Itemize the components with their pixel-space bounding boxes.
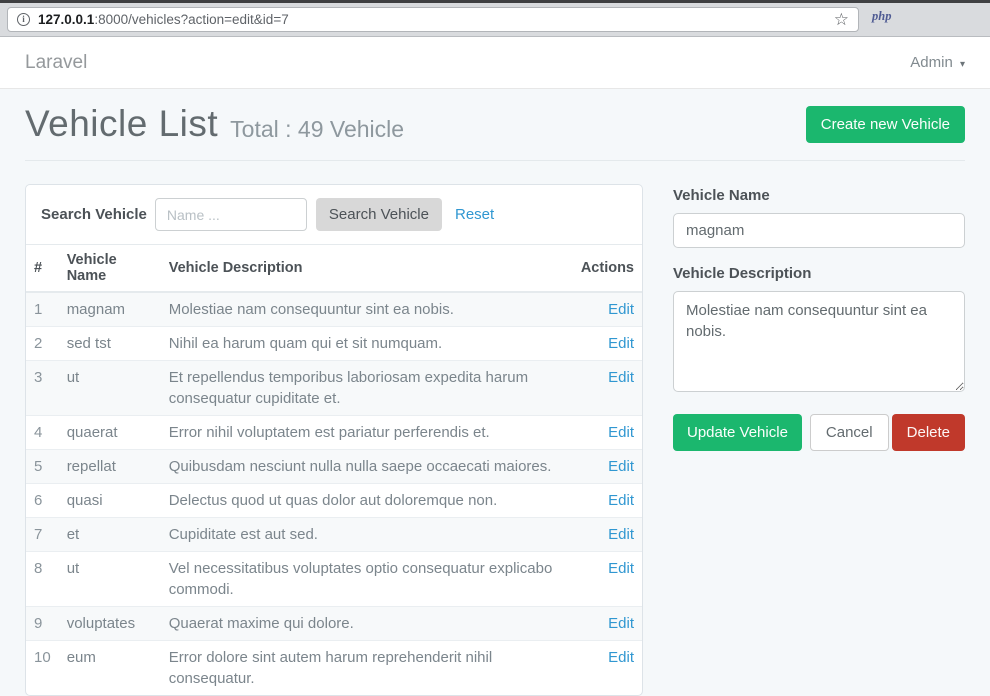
row-number: 4 [26, 416, 59, 450]
edit-link[interactable]: Edit [608, 458, 634, 475]
row-number: 3 [26, 361, 59, 416]
app-navbar: Laravel Admin ▾ [0, 37, 990, 89]
row-number: 9 [26, 607, 59, 641]
row-number: 2 [26, 327, 59, 361]
row-number: 1 [26, 292, 59, 327]
table-row: 9 voluptates Quaerat maxime qui dolore. … [26, 607, 642, 641]
row-description: Quibusdam nesciunt nulla nulla saepe occ… [161, 450, 573, 484]
search-input[interactable] [155, 198, 307, 231]
table-header-row: # Vehicle Name Vehicle Description Actio… [26, 245, 642, 293]
browser-chrome: i 127.0.0.1:8000/vehicles?action=edit&id… [0, 0, 990, 37]
row-description: Quaerat maxime qui dolore. [161, 607, 573, 641]
table-row: 1 magnam Molestiae nam consequuntur sint… [26, 292, 642, 327]
form-actions: Update Vehicle Cancel Delete [673, 414, 965, 451]
row-name: ut [59, 552, 161, 607]
table-row: 4 quaerat Error nihil voluptatem est par… [26, 416, 642, 450]
search-label: Search Vehicle [41, 206, 147, 223]
total-count-label: Total : 49 Vehicle [230, 106, 404, 143]
page-title: Vehicle List [25, 103, 218, 145]
table-row: 7 et Cupiditate est aut sed. Edit [26, 518, 642, 552]
table-row: 2 sed tst Nihil ea harum quam qui et sit… [26, 327, 642, 361]
reset-link[interactable]: Reset [455, 206, 494, 223]
cancel-button[interactable]: Cancel [810, 414, 889, 451]
search-bar: Search Vehicle Search Vehicle Reset [26, 185, 642, 244]
create-new-vehicle-button[interactable]: Create new Vehicle [806, 106, 965, 143]
edit-link[interactable]: Edit [608, 492, 634, 509]
update-vehicle-button[interactable]: Update Vehicle [673, 414, 802, 451]
url-host: 127.0.0.1 [38, 12, 94, 27]
chevron-down-icon: ▾ [960, 59, 965, 70]
brand-laravel[interactable]: Laravel [25, 52, 87, 74]
edit-link[interactable]: Edit [608, 424, 634, 441]
row-name: sed tst [59, 327, 161, 361]
table-body: 1 magnam Molestiae nam consequuntur sint… [26, 292, 642, 695]
row-description: Molestiae nam consequuntur sint ea nobis… [161, 292, 573, 327]
row-description: Vel necessitatibus voluptates optio cons… [161, 552, 573, 607]
page-info-icon[interactable]: i [17, 13, 30, 26]
vehicle-description-textarea[interactable] [673, 291, 965, 392]
row-name: voluptates [59, 607, 161, 641]
row-name: magnam [59, 292, 161, 327]
header-name: Vehicle Name [59, 245, 161, 293]
edit-link[interactable]: Edit [608, 335, 634, 352]
edit-vehicle-form: Vehicle Name Vehicle Description Update … [673, 184, 965, 451]
address-bar[interactable]: i 127.0.0.1:8000/vehicles?action=edit&id… [7, 7, 859, 32]
row-description: Et repellendus temporibus laboriosam exp… [161, 361, 573, 416]
row-name: et [59, 518, 161, 552]
table-row: 3 ut Et repellendus temporibus laboriosa… [26, 361, 642, 416]
edit-link[interactable]: Edit [608, 560, 634, 577]
header-description: Vehicle Description [161, 245, 573, 293]
row-number: 6 [26, 484, 59, 518]
table-row: 6 quasi Delectus quod ut quas dolor aut … [26, 484, 642, 518]
window-top-edge [0, 0, 990, 3]
bookmark-star-icon[interactable]: ☆ [834, 11, 849, 28]
row-name: repellat [59, 450, 161, 484]
vehicle-table: # Vehicle Name Vehicle Description Actio… [26, 244, 642, 695]
row-number: 7 [26, 518, 59, 552]
row-description: Error nihil voluptatem est pariatur perf… [161, 416, 573, 450]
edit-link[interactable]: Edit [608, 526, 634, 543]
title-divider [25, 160, 965, 161]
vehicle-list-panel: Search Vehicle Search Vehicle Reset # Ve… [25, 184, 643, 696]
header-num: # [26, 245, 59, 293]
row-number: 8 [26, 552, 59, 607]
row-description: Delectus quod ut quas dolor aut doloremq… [161, 484, 573, 518]
row-description: Nihil ea harum quam qui et sit numquam. [161, 327, 573, 361]
edit-link[interactable]: Edit [608, 301, 634, 318]
admin-dropdown-label: Admin [910, 54, 953, 71]
edit-link[interactable]: Edit [608, 369, 634, 386]
row-name: quasi [59, 484, 161, 518]
page-content: Vehicle List Total : 49 Vehicle Create n… [0, 89, 990, 696]
row-number: 5 [26, 450, 59, 484]
table-row: 8 ut Vel necessitatibus voluptates optio… [26, 552, 642, 607]
admin-dropdown[interactable]: Admin ▾ [910, 54, 965, 71]
row-name: ut [59, 361, 161, 416]
delete-button[interactable]: Delete [892, 414, 965, 451]
vehicle-description-label: Vehicle Description [673, 265, 965, 282]
table-row: 5 repellat Quibusdam nesciunt nulla null… [26, 450, 642, 484]
header-actions: Actions [573, 245, 642, 293]
edit-link[interactable]: Edit [608, 615, 634, 632]
url-path: :8000/vehicles?action=edit&id=7 [94, 12, 288, 27]
vehicle-name-label: Vehicle Name [673, 187, 965, 204]
search-button[interactable]: Search Vehicle [316, 198, 442, 231]
vehicle-name-input[interactable] [673, 213, 965, 248]
php-extension-icon[interactable]: php [872, 9, 891, 24]
row-description: Cupiditate est aut sed. [161, 518, 573, 552]
edit-link[interactable]: Edit [608, 649, 634, 666]
page-header: Vehicle List Total : 49 Vehicle Create n… [25, 103, 965, 145]
row-name: quaerat [59, 416, 161, 450]
